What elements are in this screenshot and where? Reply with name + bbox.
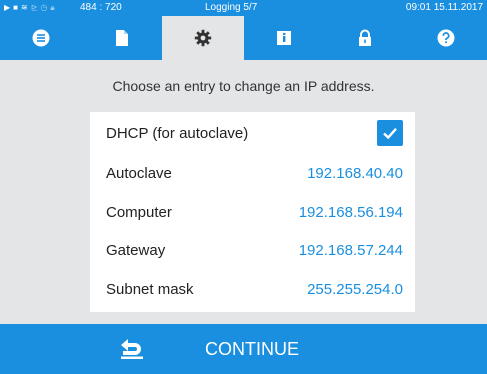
tab-settings[interactable] xyxy=(162,16,244,60)
tab-documents[interactable] xyxy=(81,16,162,60)
ip-settings-panel: DHCP (for autoclave) Autoclave 192.168.4… xyxy=(90,112,415,312)
autoclave-ip-row[interactable]: Autoclave 192.168.40.40 xyxy=(90,158,415,188)
gateway-label: Gateway xyxy=(106,241,166,259)
computer-ip-row[interactable]: Computer 192.168.56.194 xyxy=(90,197,415,227)
clock-icon: ◷ xyxy=(40,3,48,12)
play-icon: ▶ xyxy=(4,3,11,12)
dhcp-label: DHCP (for autoclave) xyxy=(106,124,249,142)
subnet-mask-value: 255.255.254.0 xyxy=(307,280,403,298)
steam-icon: ≋ xyxy=(21,3,28,12)
subnet-mask-row[interactable]: Subnet mask 255.255.254.0 xyxy=(90,274,415,304)
computer-label: Computer xyxy=(106,203,172,221)
tab-lock[interactable] xyxy=(325,16,406,60)
document-icon xyxy=(115,30,128,46)
lock-small-icon: 🔒︎ xyxy=(50,3,55,12)
gateway-ip-value: 192.168.57.244 xyxy=(298,241,403,259)
autoclave-label: Autoclave xyxy=(106,164,172,182)
coordinates-readout: 484 : 720 xyxy=(80,2,122,13)
checkmark-icon xyxy=(383,127,397,140)
status-bar: ▶ ■ ≋ ⊵ ◷ 🔒︎ 484 : 720 Logging 5/7 09:01… xyxy=(0,0,487,16)
chart-icon: ⊵ xyxy=(30,3,38,12)
help-icon xyxy=(437,29,455,47)
date-time: 09:01 15.11.2017 xyxy=(405,2,483,13)
tab-list[interactable] xyxy=(0,16,81,60)
autoclave-ip-value: 192.168.40.40 xyxy=(307,164,403,182)
gateway-ip-row[interactable]: Gateway 192.168.57.244 xyxy=(90,235,415,265)
info-book-icon xyxy=(277,31,292,45)
file-icon: ■ xyxy=(13,3,18,12)
dhcp-row[interactable]: DHCP (for autoclave) xyxy=(90,118,415,148)
tab-bar xyxy=(0,16,487,60)
back-button[interactable] xyxy=(118,336,146,362)
lock-icon xyxy=(359,29,372,46)
subnet-mask-label: Subnet mask xyxy=(106,280,194,298)
status-icons: ▶ ■ ≋ ⊵ ◷ 🔒︎ xyxy=(4,2,55,14)
tab-help[interactable] xyxy=(406,16,487,60)
logging-status: Logging 5/7 xyxy=(205,2,258,13)
dhcp-checkbox[interactable] xyxy=(377,120,403,146)
instruction-text: Choose an entry to change an IP address. xyxy=(112,78,375,94)
back-arrow-icon xyxy=(121,339,143,359)
bottom-bar: CONTINUE xyxy=(0,324,487,374)
continue-button[interactable]: CONTINUE xyxy=(205,338,299,360)
computer-ip-value: 192.168.56.194 xyxy=(298,203,403,221)
gear-icon xyxy=(194,29,212,47)
list-icon xyxy=(32,29,50,47)
tab-info[interactable] xyxy=(244,16,325,60)
